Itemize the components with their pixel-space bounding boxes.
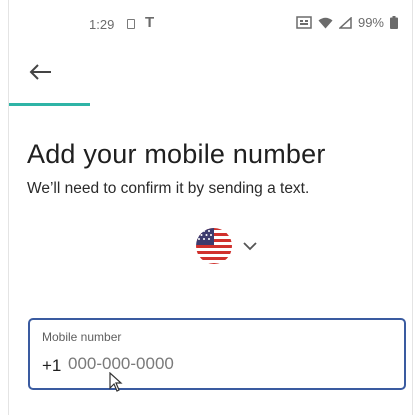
country-code-picker[interactable]	[195, 224, 265, 268]
signal-icon	[338, 16, 352, 29]
battery-icon	[390, 16, 398, 29]
status-time: 1:29	[89, 17, 115, 32]
status-icons: 99%	[296, 15, 398, 30]
arrow-left-icon	[29, 64, 51, 80]
app-frame: 1:29 T 99% Add your mobile number We’ll …	[8, 0, 413, 415]
mobile-number-label: Mobile number	[42, 330, 122, 344]
chevron-down-icon	[243, 242, 257, 251]
country-code-prefix: +1	[42, 356, 62, 375]
t-mobile-icon: T	[145, 14, 155, 31]
cast-icon	[296, 16, 312, 29]
page-subtitle: We’ll need to confirm it by sending a te…	[27, 180, 310, 197]
sim-card-icon	[127, 19, 135, 29]
back-button[interactable]	[25, 56, 57, 88]
mouse-pointer-icon	[109, 372, 123, 392]
battery-percent: 99%	[357, 15, 384, 30]
mobile-number-field[interactable]: Mobile number +1	[28, 318, 406, 390]
progress-bar	[9, 103, 412, 106]
page-title: Add your mobile number	[27, 139, 326, 169]
wifi-icon	[318, 17, 333, 28]
us-flag-icon	[196, 228, 232, 264]
progress-fill	[9, 103, 90, 106]
status-bar: 1:29 T 99%	[9, 0, 412, 46]
header	[9, 46, 412, 102]
